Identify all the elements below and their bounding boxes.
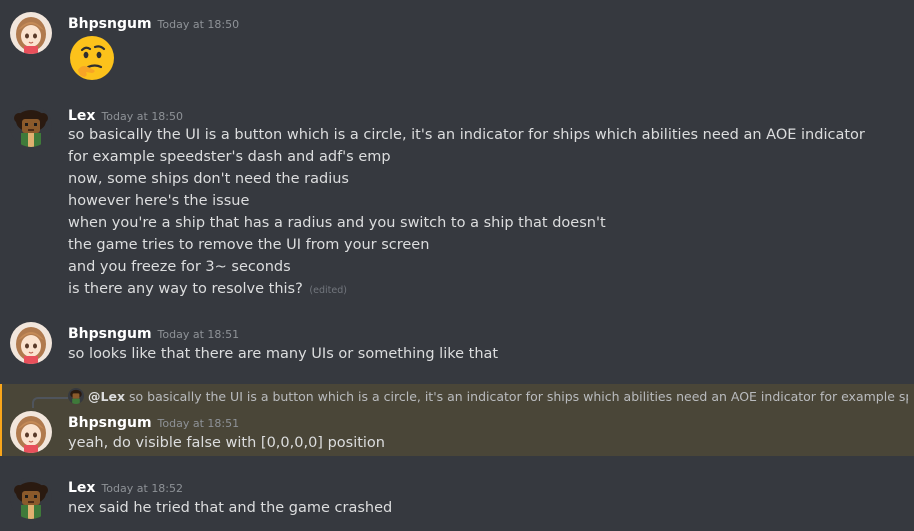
timestamp: Today at 18:52 [101,482,184,495]
user-avatar[interactable] [10,411,52,453]
edited-label: (edited) [309,285,347,296]
message-line: when you're a ship that has a radius and… [68,215,606,231]
anime-girl-avatar-icon [10,411,52,453]
timestamp: Today at 18:50 [101,110,184,123]
anime-girl-avatar-icon [10,12,52,54]
message-text: is there any way to resolve this? [68,281,303,297]
username[interactable]: Bhpsngum [68,16,152,32]
message-line: so looks like that there are many UIs or… [68,346,499,362]
username[interactable]: Bhpsngum [68,415,152,431]
message-line: yeah, do visible false with [0,0,0,0] po… [68,435,385,451]
message-line: nex said he tried that and the game cras… [68,500,393,516]
pixel-character-avatar-icon [68,388,84,404]
username[interactable]: Lex [68,108,95,124]
user-avatar[interactable] [10,105,52,147]
timestamp: Today at 18:50 [157,18,240,31]
timestamp: Today at 18:51 [157,417,240,430]
username[interactable]: Lex [68,480,95,496]
reply-avatar [68,388,84,404]
message-line: is there any way to resolve this? (edite… [68,278,347,302]
message-line: so basically the UI is a button which is… [68,127,865,143]
username[interactable]: Bhpsngum [68,326,152,342]
highlight-bar [0,384,2,456]
message-line: for example speedster's dash and adf's e… [68,149,391,165]
message-line: and you freeze for 3~ seconds [68,259,291,275]
user-avatar[interactable] [10,322,52,364]
anime-girl-avatar-icon [10,322,52,364]
pixel-character-avatar-icon [10,105,52,147]
user-avatar[interactable] [10,477,52,519]
user-avatar[interactable] [10,12,52,54]
reply-mention[interactable]: @Lex [88,389,125,404]
message-line: the game tries to remove the UI from you… [68,237,430,253]
message-line: however here's the issue [68,193,250,209]
pixel-character-avatar-icon [10,477,52,519]
thinking-face-icon [70,36,114,80]
timestamp: Today at 18:51 [157,328,240,341]
reply-reference[interactable]: @Lex so basically the UI is a button whi… [68,388,908,404]
reply-spine [32,397,68,408]
message-line: now, some ships don't need the radius [68,171,349,187]
reply-preview[interactable]: so basically the UI is a button which is… [129,389,908,404]
